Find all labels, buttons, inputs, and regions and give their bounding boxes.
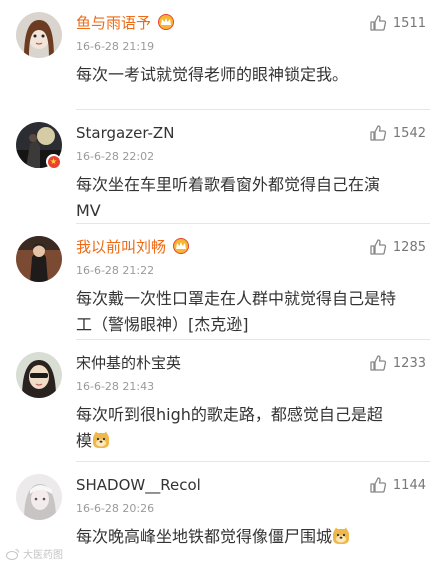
timestamp: 16-6-28 21:19 bbox=[76, 40, 155, 53]
like-button[interactable]: 1144 bbox=[369, 476, 426, 494]
comment-text: 每次听到很high的歌走路，都感觉自己是超模 bbox=[76, 402, 396, 454]
comment-text: 每次坐在车里听着歌看窗外都觉得自己在演MV bbox=[76, 175, 381, 220]
avatar[interactable] bbox=[16, 236, 62, 282]
like-count: 1144 bbox=[392, 477, 426, 493]
like-button[interactable]: 1511 bbox=[369, 14, 426, 32]
thumbs-up-icon bbox=[370, 355, 386, 371]
comment-list: 鱼与雨语予 16-6-28 21:19 1511 每次一考试就觉得老师的眼神锁定… bbox=[0, 0, 440, 565]
comment-item: 宋仲基的朴宝英 16-6-28 21:43 1233 每次听到很high的歌走路… bbox=[0, 340, 440, 462]
weibo-logo-icon bbox=[6, 548, 19, 560]
like-count: 1233 bbox=[392, 355, 426, 371]
doge-emoji bbox=[333, 527, 350, 544]
like-count: 1542 bbox=[392, 125, 426, 141]
avatar[interactable] bbox=[16, 474, 62, 520]
comment-item: 鱼与雨语予 16-6-28 21:19 1511 每次一考试就觉得老师的眼神锁定… bbox=[0, 0, 440, 110]
like-button[interactable]: 1233 bbox=[369, 354, 426, 372]
username[interactable]: 宋仲基的朴宝英 bbox=[76, 353, 181, 373]
verified-badge-icon: ★ bbox=[46, 154, 61, 169]
username-text[interactable]: 鱼与雨语予 bbox=[76, 14, 151, 32]
thumbs-up-icon bbox=[370, 477, 386, 493]
username[interactable]: 鱼与雨语予 bbox=[76, 13, 175, 33]
doge-emoji bbox=[93, 431, 110, 448]
comment-item: ★ Stargazer-ZN 16-6-28 22:02 1542 每次坐在车里… bbox=[0, 110, 440, 224]
username-text[interactable]: SHADOW__Recol bbox=[76, 476, 201, 494]
thumbs-up-icon bbox=[370, 125, 386, 141]
comment-text-content: 每次晚高峰坐地铁都觉得像僵尸围城 bbox=[76, 527, 333, 546]
timestamp: 16-6-28 22:02 bbox=[76, 150, 155, 163]
avatar[interactable] bbox=[16, 12, 62, 58]
vip-crown-icon bbox=[158, 14, 175, 30]
watermark: 大医药图 bbox=[6, 546, 63, 561]
comment-text-content: 每次听到很high的歌走路，都感觉自己是超模 bbox=[76, 405, 383, 450]
username[interactable]: Stargazer-ZN bbox=[76, 123, 174, 143]
username-text[interactable]: 我以前叫刘畅 bbox=[76, 238, 166, 256]
comment-text: 每次晚高峰坐地铁都觉得像僵尸围城 bbox=[76, 524, 396, 550]
timestamp: 16-6-28 20:26 bbox=[76, 502, 155, 515]
username[interactable]: 我以前叫刘畅 bbox=[76, 237, 190, 257]
timestamp: 16-6-28 21:43 bbox=[76, 380, 155, 393]
vip-crown-icon bbox=[173, 238, 190, 254]
comment-item: 我以前叫刘畅 16-6-28 21:22 1285 每次戴一次性口罩走在人群中就… bbox=[0, 224, 440, 340]
like-button[interactable]: 1285 bbox=[369, 238, 426, 256]
watermark-text: 大医药图 bbox=[23, 550, 63, 561]
thumbs-up-icon bbox=[370, 239, 386, 255]
avatar[interactable] bbox=[16, 352, 62, 398]
username-text[interactable]: Stargazer-ZN bbox=[76, 124, 174, 142]
like-button[interactable]: 1542 bbox=[369, 124, 426, 142]
username[interactable]: SHADOW__Recol bbox=[76, 475, 201, 495]
thumbs-up-icon bbox=[370, 15, 386, 31]
like-count: 1511 bbox=[392, 15, 426, 31]
like-count: 1285 bbox=[392, 239, 426, 255]
comment-item: SHADOW__Recol 16-6-28 20:26 1144 每次晚高峰坐地… bbox=[0, 462, 440, 565]
username-text[interactable]: 宋仲基的朴宝英 bbox=[76, 354, 181, 372]
timestamp: 16-6-28 21:22 bbox=[76, 264, 155, 277]
comment-text: 每次一考试就觉得老师的眼神锁定我。 bbox=[76, 65, 349, 84]
comment-text: 每次戴一次性口罩走在人群中就觉得自己是特工（警惕眼神）[杰克逊] bbox=[76, 289, 397, 334]
